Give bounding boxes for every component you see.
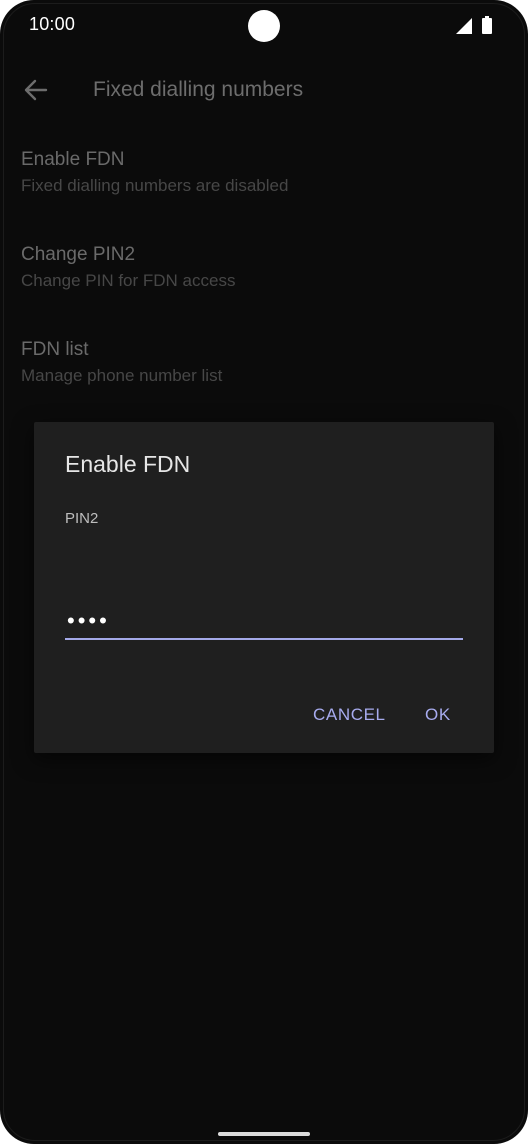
- phone-screen: 10:00 Fixed dialling numbers Enable FDN …: [0, 0, 528, 1144]
- pref-change-pin2[interactable]: Change PIN2 Change PIN for FDN access: [21, 243, 501, 292]
- enable-fdn-dialog: Enable FDN PIN2 •••• CANCEL OK: [34, 422, 494, 753]
- cell-signal-icon: [456, 18, 472, 34]
- camera-cutout: [248, 10, 280, 42]
- ok-button[interactable]: OK: [425, 705, 451, 725]
- dialog-title: Enable FDN: [65, 451, 191, 477]
- cancel-button[interactable]: CANCEL: [313, 705, 386, 725]
- app-bar: Fixed dialling numbers: [0, 60, 528, 120]
- arrow-back-icon[interactable]: [22, 76, 50, 104]
- pin2-input[interactable]: ••••: [65, 602, 463, 640]
- pref-fdn-list[interactable]: FDN list Manage phone number list: [21, 338, 501, 387]
- status-bar: 10:00: [0, 0, 528, 52]
- battery-icon: [482, 16, 492, 34]
- page-title: Fixed dialling numbers: [93, 78, 304, 101]
- pin2-value: ••••: [67, 608, 110, 633]
- pin2-label: PIN2: [65, 510, 99, 527]
- status-time: 10:00: [29, 14, 76, 34]
- gesture-nav-handle[interactable]: [218, 1132, 310, 1136]
- pref-summary: Change PIN for FDN access: [21, 271, 236, 290]
- input-underline: [65, 638, 463, 640]
- pref-title: FDN list: [21, 339, 89, 360]
- pref-title: Change PIN2: [21, 244, 136, 265]
- pref-summary: Fixed dialling numbers are disabled: [21, 176, 289, 195]
- pref-enable-fdn[interactable]: Enable FDN Fixed dialling numbers are di…: [21, 148, 501, 197]
- pref-summary: Manage phone number list: [21, 366, 223, 385]
- pref-title: Enable FDN: [21, 149, 125, 170]
